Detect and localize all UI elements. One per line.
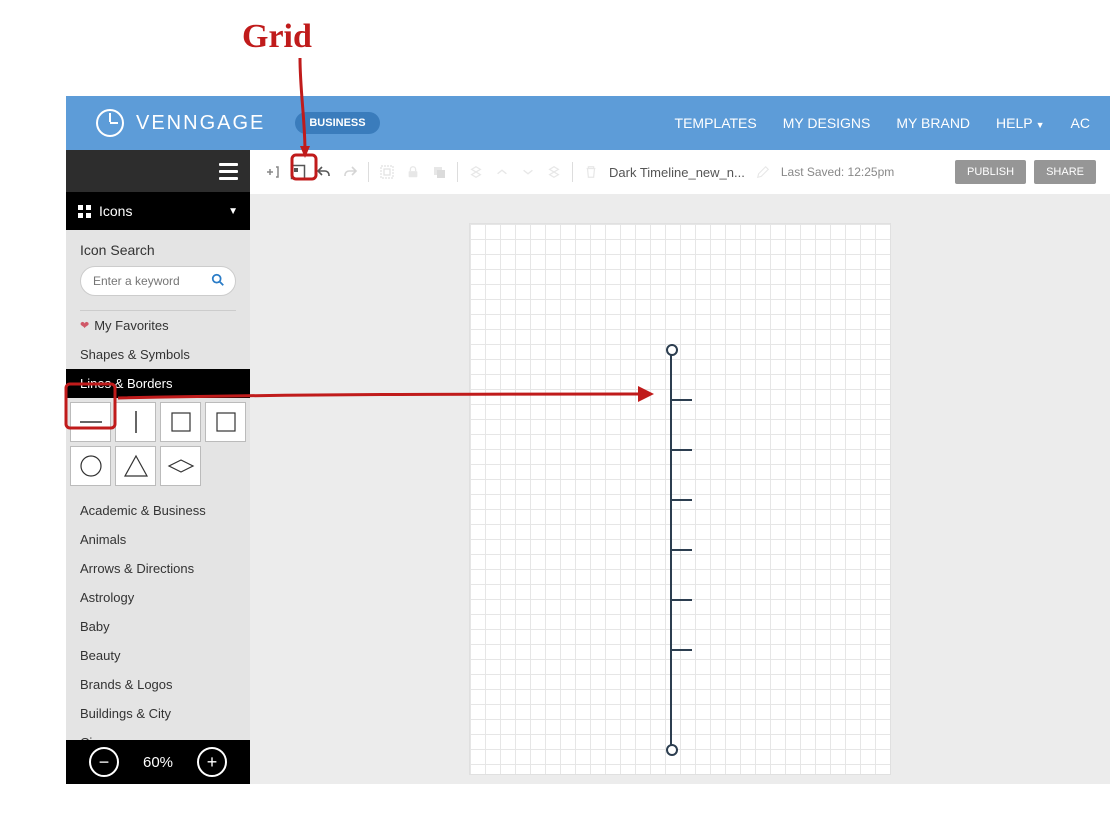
lock-icon[interactable] — [405, 164, 421, 180]
heart-icon: ❤ — [80, 319, 89, 332]
nav-templates[interactable]: TEMPLATES — [675, 115, 757, 131]
zoom-bar: − 60% + — [66, 740, 250, 784]
search-title: Icon Search — [80, 242, 236, 258]
nav-my-brand[interactable]: MY BRAND — [896, 115, 970, 131]
document-name[interactable]: Dark Timeline_new_n... — [609, 165, 745, 180]
sidebar: Icons ▼ Icon Search ❤ My Favorites Shape… — [66, 150, 250, 784]
nav-account-truncated[interactable]: AC — [1071, 115, 1090, 131]
chevron-down-icon: ▼ — [228, 206, 238, 217]
copy-icon[interactable] — [431, 164, 447, 180]
undo-icon[interactable] — [316, 164, 332, 180]
shapes-grid — [66, 398, 250, 490]
shape-vertical-line[interactable] — [115, 402, 156, 442]
zoom-out-button[interactable]: − — [89, 747, 119, 777]
sidebar-category-label: Icons — [99, 203, 132, 219]
brand-name: VENNGAGE — [136, 112, 265, 135]
editor-toolbar: Dark Timeline_new_n... Last Saved: 12:25… — [250, 150, 1110, 194]
zoom-value: 60% — [143, 754, 173, 771]
cat-animals[interactable]: Animals — [66, 525, 250, 554]
timeline-tick[interactable] — [672, 449, 692, 451]
chevron-down-icon: ▼ — [1036, 120, 1045, 130]
timeline-endpoint-top[interactable] — [666, 344, 678, 356]
shape-square-thin[interactable] — [160, 402, 201, 442]
grid-toggle-button[interactable] — [290, 164, 306, 180]
delete-icon[interactable] — [583, 164, 599, 180]
cat-astrology[interactable]: Astrology — [66, 583, 250, 612]
design-canvas[interactable] — [470, 224, 890, 774]
grid-icon — [78, 205, 91, 218]
timeline-tick[interactable] — [672, 399, 692, 401]
sidebar-category-dropdown[interactable]: Icons ▼ — [66, 192, 250, 230]
separator — [368, 162, 369, 182]
timeline-tick[interactable] — [672, 599, 692, 601]
search-icon[interactable] — [211, 273, 225, 290]
timeline-endpoint-bottom[interactable] — [666, 744, 678, 756]
annotation-grid-label: Grid — [242, 18, 312, 56]
bring-forward-icon[interactable] — [494, 164, 510, 180]
edit-name-icon[interactable] — [755, 164, 771, 180]
main-nav: TEMPLATES MY DESIGNS MY BRAND HELP▼ AC — [675, 115, 1110, 131]
shape-line[interactable] — [70, 402, 111, 442]
bring-to-front-icon[interactable] — [468, 164, 484, 180]
canvas-area[interactable] — [250, 194, 1110, 784]
group-icon[interactable] — [379, 164, 395, 180]
shape-diamond[interactable] — [160, 446, 201, 486]
cat-baby[interactable]: Baby — [66, 612, 250, 641]
cat-academic-business[interactable]: Academic & Business — [66, 496, 250, 525]
cat-lines-borders[interactable]: Lines & Borders — [66, 369, 250, 398]
hamburger-icon[interactable] — [219, 163, 238, 180]
cat-buildings-city[interactable]: Buildings & City — [66, 699, 250, 728]
nav-my-designs[interactable]: MY DESIGNS — [783, 115, 871, 131]
separator — [572, 162, 573, 182]
send-to-back-icon[interactable] — [546, 164, 562, 180]
search-box[interactable] — [80, 266, 236, 296]
logo-area: VENNGAGE BUSINESS — [66, 109, 380, 137]
cat-arrows-directions[interactable]: Arrows & Directions — [66, 554, 250, 583]
shape-square-thick[interactable] — [205, 402, 246, 442]
nav-help[interactable]: HELP▼ — [996, 115, 1045, 131]
cat-beauty[interactable]: Beauty — [66, 641, 250, 670]
send-backward-icon[interactable] — [520, 164, 536, 180]
shape-circle[interactable] — [70, 446, 111, 486]
zoom-in-button[interactable]: + — [197, 747, 227, 777]
clock-logo-icon — [96, 109, 124, 137]
search-input[interactable] — [91, 273, 211, 289]
separator — [457, 162, 458, 182]
app-header: VENNGAGE BUSINESS TEMPLATES MY DESIGNS M… — [66, 96, 1110, 150]
timeline-tick[interactable] — [672, 649, 692, 651]
publish-button[interactable]: PUBLISH — [955, 160, 1026, 184]
sidebar-hamburger-row — [66, 150, 250, 192]
snap-icon[interactable] — [264, 164, 280, 180]
cat-shapes-symbols[interactable]: Shapes & Symbols — [66, 340, 250, 369]
timeline-tick[interactable] — [672, 499, 692, 501]
cat-my-favorites[interactable]: ❤ My Favorites — [66, 311, 250, 340]
share-button[interactable]: SHARE — [1034, 160, 1096, 184]
plan-badge[interactable]: BUSINESS — [295, 112, 379, 134]
cat-brands-logos[interactable]: Brands & Logos — [66, 670, 250, 699]
timeline-tick[interactable] — [672, 549, 692, 551]
redo-icon[interactable] — [342, 164, 358, 180]
shape-triangle[interactable] — [115, 446, 156, 486]
last-saved-label: Last Saved: 12:25pm — [781, 165, 894, 179]
icon-search-area: Icon Search — [66, 230, 250, 306]
